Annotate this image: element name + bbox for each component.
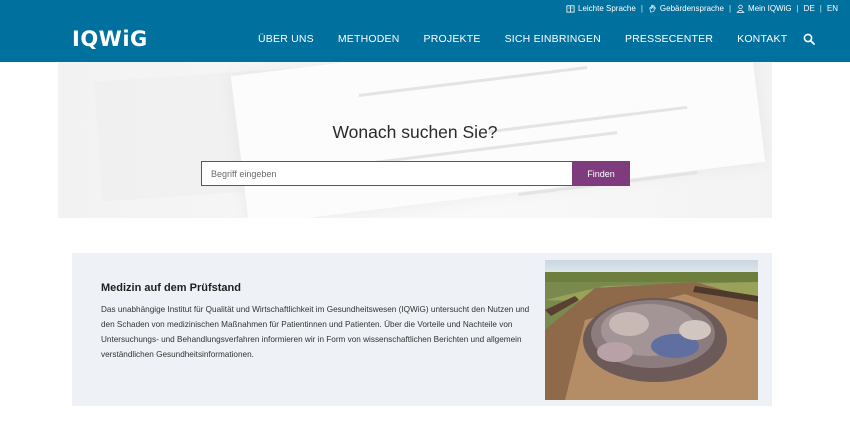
teaser-text: Das unabhängige Institut für Qualität un… <box>101 305 530 359</box>
search-icon[interactable] <box>803 33 816 45</box>
service-bar: Leichte Sprache | Gebärdensprache | Mein… <box>566 2 838 14</box>
hero-search-section: Wonach suchen Sie? Finden <box>58 62 772 218</box>
separator: | <box>819 3 822 13</box>
search-form: Finden <box>201 161 630 186</box>
easy-language-icon <box>566 4 575 13</box>
intro-teaser: Medizin auf dem Prüfstand Das unabhängig… <box>72 253 772 406</box>
nav-item-projekte[interactable]: PROJEKTE <box>424 33 481 45</box>
nav-item-ueber-uns[interactable]: ÜBER UNS <box>258 33 314 45</box>
main-nav: ÜBER UNS METHODEN PROJEKTE SICH EINBRING… <box>258 33 816 45</box>
easy-language-link[interactable]: Leichte Sprache <box>566 4 636 13</box>
sign-language-icon <box>649 4 656 12</box>
group-photo <box>545 260 758 400</box>
nav-item-methoden[interactable]: METHODEN <box>338 33 400 45</box>
search-heading: Wonach suchen Sie? <box>332 122 498 142</box>
nav-item-kontakt[interactable]: KONTAKT <box>737 33 787 45</box>
lang-de-link[interactable]: DE <box>804 4 815 13</box>
nav-item-pressecenter[interactable]: PRESSECENTER <box>625 33 713 45</box>
lang-en-link[interactable]: EN <box>827 4 838 13</box>
site-logo[interactable]: IQWiG <box>72 26 148 52</box>
easy-language-label: Leichte Sprache <box>578 3 636 13</box>
my-iqwig-link[interactable]: Mein IQWiG <box>736 4 792 13</box>
my-iqwig-label: Mein IQWiG <box>748 3 792 13</box>
user-icon <box>736 4 745 13</box>
search-input[interactable] <box>201 161 572 186</box>
find-button[interactable]: Finden <box>572 161 630 186</box>
separator: | <box>728 3 732 13</box>
separator: | <box>796 3 799 13</box>
separator: | <box>640 3 643 13</box>
crowd-of-people <box>583 298 727 382</box>
nav-item-sich-einbringen[interactable]: SICH EINBRINGEN <box>505 33 601 45</box>
logo-text: IQWiG <box>72 27 148 51</box>
sign-language-link[interactable]: Gebärdensprache <box>648 4 724 13</box>
teaser-title: Medizin auf dem Prüfstand <box>101 282 241 294</box>
site-header: Leichte Sprache | Gebärdensprache | Mein… <box>0 0 850 62</box>
sign-language-label: Gebärdensprache <box>659 3 724 13</box>
